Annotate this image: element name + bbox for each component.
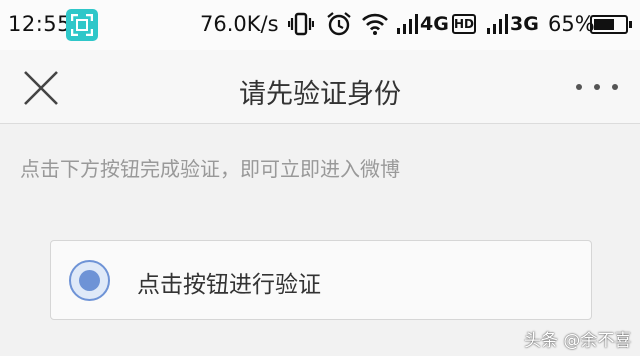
more-icon — [594, 84, 600, 90]
more-options-button[interactable] — [570, 70, 624, 104]
more-icon — [612, 84, 618, 90]
network-speed: 76.0K/s — [200, 12, 279, 36]
signal-icon — [486, 13, 510, 40]
vibrate-icon — [287, 11, 315, 42]
watermark: 头条 @余不喜 — [524, 331, 632, 351]
status-bar: 12:55 76.0K/s 4G HD 3G 65% — [0, 0, 640, 50]
battery-level-fill — [594, 19, 614, 30]
verification-hint: 点击下方按钮完成验证，即可立即进入微博 — [20, 157, 400, 181]
verify-button-label: 点击按钮进行验证 — [137, 272, 321, 298]
screen-scan-icon — [66, 9, 98, 41]
page-title: 请先验证身份 — [239, 79, 401, 110]
radio-icon — [69, 260, 110, 301]
top-navigation-bar: 请先验证身份 — [0, 50, 640, 124]
more-icon — [576, 84, 582, 90]
verify-button[interactable]: 点击按钮进行验证 — [50, 240, 592, 320]
network-type-4g: 4G — [420, 13, 449, 35]
hd-badge: HD — [452, 14, 476, 34]
battery-percentage: 65% — [548, 12, 595, 36]
network-type-3g: 3G — [510, 13, 539, 35]
battery-icon — [590, 15, 632, 34]
alarm-icon — [326, 11, 352, 42]
status-time: 12:55 — [8, 12, 72, 36]
wifi-icon — [361, 12, 389, 41]
signal-icon — [396, 13, 420, 40]
